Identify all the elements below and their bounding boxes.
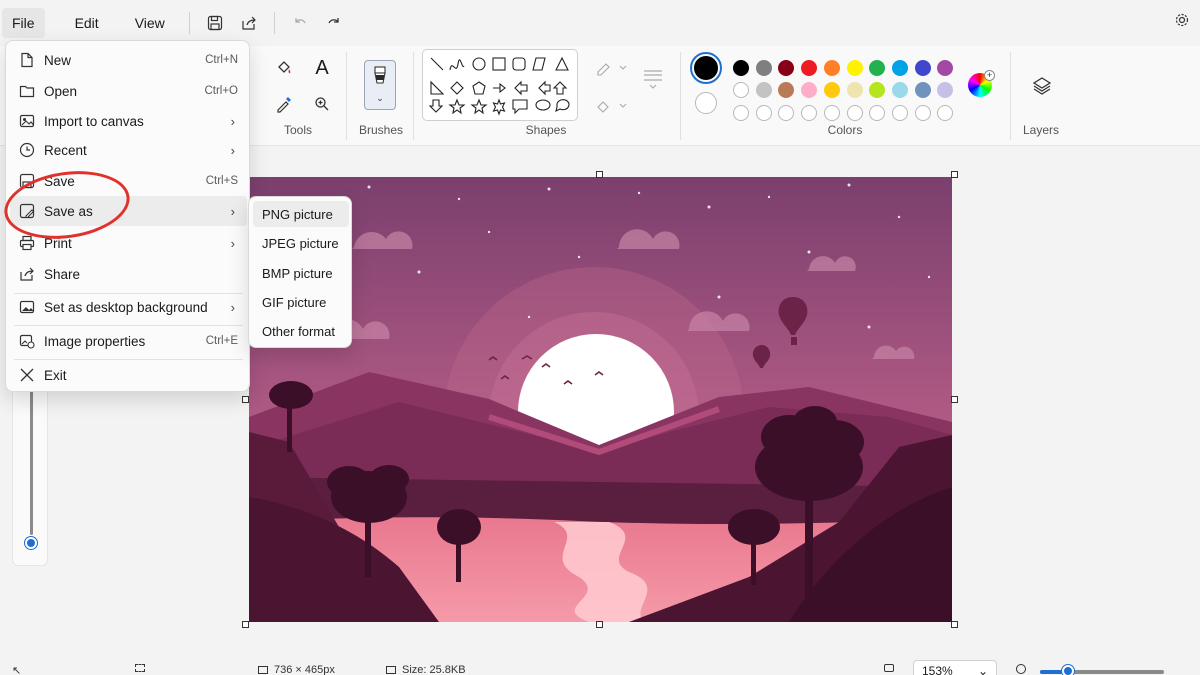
pointer-position: ↖ — [12, 664, 21, 675]
clock-icon — [10, 142, 44, 158]
fill-bucket-icon[interactable] — [272, 56, 296, 80]
menu-item-shortcut: Ctrl+E — [205, 335, 238, 347]
menu-item-label: Open — [44, 83, 78, 99]
status-bar: ↖ 736 × 465px Size: 25.8KB — [0, 660, 1200, 675]
resize-handle-bottom-left[interactable] — [242, 621, 249, 628]
menu-view[interactable]: View — [125, 8, 175, 38]
resize-handle-top-right[interactable] — [951, 171, 958, 178]
save-as-bmp[interactable]: BMP picture — [253, 260, 349, 286]
cursor-icon: ↖ — [12, 665, 22, 675]
menu-item-new[interactable]: New Ctrl+N — [10, 45, 247, 75]
ribbon-divider — [1010, 52, 1011, 140]
tools-group: A Tools — [250, 46, 346, 146]
menu-item-label: Image properties — [44, 333, 146, 349]
menubar-divider — [188, 12, 190, 34]
file-size: Size: 25.8KB — [386, 664, 466, 675]
brushes-group: Brushes — [350, 46, 412, 146]
share-icon[interactable] — [232, 6, 266, 40]
menu-item-recent[interactable]: Recent › — [10, 135, 247, 165]
colors-group: Colors — [684, 46, 1006, 146]
menu-item-exit[interactable]: Exit — [10, 360, 247, 390]
gear-icon[interactable] — [1174, 12, 1190, 31]
menu-edit[interactable]: Edit — [65, 8, 109, 38]
chevron-right-icon: › — [230, 113, 235, 129]
save-as-png[interactable]: PNG picture — [253, 201, 349, 227]
resize-handle-bottom[interactable] — [596, 621, 603, 628]
resize-handle-top[interactable] — [596, 171, 603, 178]
brush-size-panel — [12, 380, 48, 566]
save-as-jpeg[interactable]: JPEG picture — [253, 230, 349, 256]
ribbon-divider — [346, 52, 347, 140]
menu-item-label: New — [44, 52, 72, 68]
selection-size — [135, 664, 145, 672]
disk-icon — [386, 666, 396, 674]
brush-size-thumb[interactable] — [25, 537, 37, 549]
undo-icon[interactable] — [283, 6, 317, 40]
magnifier-icon[interactable] — [310, 92, 334, 116]
brush-size-track[interactable] — [30, 385, 33, 535]
shapes-group: Shapes — [418, 46, 674, 146]
menu-item-import-to-canvas[interactable]: Import to canvas › — [10, 106, 247, 136]
ribbon-divider — [680, 52, 681, 140]
zoom-level-text: 153% — [922, 664, 953, 675]
file-size-text: Size: 25.8KB — [402, 664, 466, 675]
sunset-landscape-illustration — [249, 177, 952, 622]
menubar-divider — [273, 12, 275, 34]
selection-icon — [135, 664, 145, 672]
zoom-slider-thumb[interactable] — [1062, 665, 1074, 675]
color-picker-icon[interactable] — [272, 92, 296, 116]
menu-item-label: Print — [44, 235, 72, 251]
canvas-dimensions-text: 736 × 465px — [274, 664, 335, 675]
redo-icon[interactable] — [317, 6, 351, 40]
resize-handle-right[interactable] — [951, 396, 958, 403]
save-as-submenu: PNG picture JPEG picture BMP picture GIF… — [248, 196, 352, 348]
colors-label: Colors — [827, 123, 863, 137]
zoom-level-select[interactable]: 153% ⌄ — [913, 660, 997, 675]
chevron-right-icon: › — [230, 203, 235, 219]
menu-file[interactable]: File — [2, 8, 45, 38]
canvas-dimensions: 736 × 465px — [258, 664, 335, 675]
layers-label: Layers — [1022, 123, 1060, 137]
chevron-right-icon: › — [230, 235, 235, 251]
menu-item-label: Recent — [44, 142, 87, 158]
menu-item-open[interactable]: Open Ctrl+O — [10, 76, 247, 106]
menu-item-image-properties[interactable]: Image properties Ctrl+E — [10, 326, 247, 356]
menu-item-shortcut: Ctrl+O — [204, 85, 238, 97]
shapes-label: Shapes — [525, 123, 567, 137]
menu-item-label: Exit — [44, 367, 67, 383]
menu-item-label: Import to canvas — [44, 113, 144, 129]
resize-handle-bottom-right[interactable] — [951, 621, 958, 628]
share-icon — [10, 266, 44, 282]
close-icon — [10, 367, 44, 383]
save-icon[interactable] — [198, 6, 232, 40]
menu-item-set-as-desktop-background[interactable]: Set as desktop background › — [10, 292, 247, 322]
chevron-right-icon: › — [230, 142, 235, 158]
ribbon-divider — [413, 52, 414, 140]
save-as-other-format[interactable]: Other format — [253, 318, 349, 344]
menu-item-shortcut: Ctrl+S — [205, 175, 238, 187]
tools-label: Tools — [283, 123, 312, 137]
menu-item-label: Set as desktop background — [44, 299, 208, 315]
text-tool-icon[interactable]: A — [310, 56, 334, 80]
brushes-label: Brushes — [358, 123, 404, 137]
zoom-out-icon[interactable] — [1016, 664, 1026, 674]
canvas-image[interactable] — [249, 177, 952, 622]
menu-item-shortcut: Ctrl+N — [205, 54, 238, 66]
import-icon — [10, 113, 44, 129]
save-as-gif[interactable]: GIF picture — [253, 289, 349, 315]
chevron-down-icon: ⌄ — [977, 664, 988, 675]
layers-group: Layers — [1012, 46, 1070, 146]
menu-item-label: Share — [44, 266, 81, 282]
menu-item-share[interactable]: Share — [10, 259, 247, 289]
desktop-background-icon — [10, 299, 44, 315]
canvas-size-icon — [258, 666, 268, 674]
open-folder-icon — [10, 83, 44, 99]
new-file-icon — [10, 52, 44, 68]
resize-handle-left[interactable] — [242, 396, 249, 403]
chevron-right-icon: › — [230, 299, 235, 315]
fit-to-window-icon[interactable] — [884, 664, 894, 672]
image-properties-icon — [10, 333, 44, 349]
